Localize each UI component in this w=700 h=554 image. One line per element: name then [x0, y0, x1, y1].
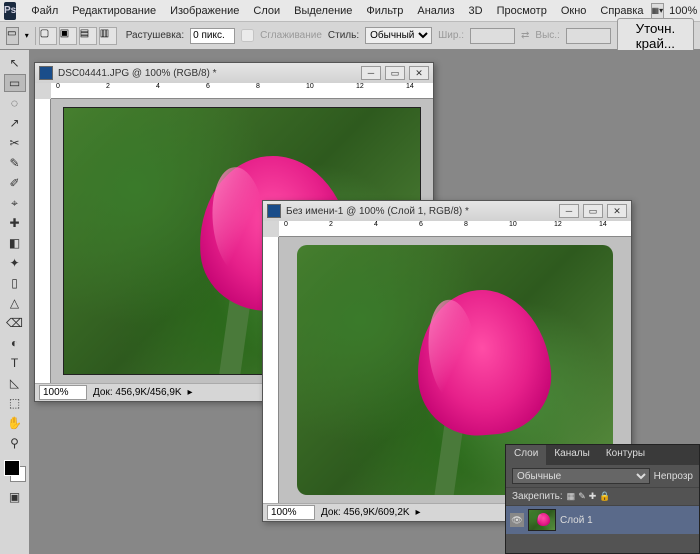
lock-position-icon[interactable]: ✚ [589, 491, 597, 502]
doc-size-info: Док: 456,9K/456,9K [93, 387, 182, 398]
style-label: Стиль: [328, 30, 359, 41]
height-label: Выс.: [535, 30, 559, 41]
menu-help[interactable]: Справка [593, 5, 650, 17]
eraser-tool-icon[interactable]: ✦ [4, 254, 26, 272]
brush-tool-icon[interactable]: ⌖ [4, 194, 26, 212]
document-icon [39, 66, 53, 80]
gradient-tool-icon[interactable]: ▯ [4, 274, 26, 292]
width-input [470, 28, 515, 44]
menu-select[interactable]: Выделение [287, 5, 359, 17]
foreground-color-swatch[interactable] [4, 460, 20, 476]
height-input [566, 28, 611, 44]
close-button[interactable]: ✕ [607, 204, 627, 218]
marquee-tool-preset-icon[interactable]: ▭ [6, 27, 19, 45]
visibility-toggle-icon[interactable]: 👁 [510, 513, 524, 527]
zoom-field[interactable]: 100% [267, 505, 315, 520]
type-tool-icon[interactable]: T [4, 354, 26, 372]
hand-tool-icon[interactable]: ✋ [4, 414, 26, 432]
marquee-tool-icon[interactable]: ▭ [4, 74, 26, 92]
opacity-label: Непрозр [654, 471, 693, 482]
blend-mode-select[interactable]: Обычные [512, 468, 650, 484]
healing-tool-icon[interactable]: ✐ [4, 174, 26, 192]
menu-file[interactable]: Файл [24, 5, 65, 17]
doc-size-info: Док: 456,9K/609,2K [321, 507, 410, 518]
tab-paths[interactable]: Контуры [598, 445, 653, 465]
quick-select-tool-icon[interactable]: ↗ [4, 114, 26, 132]
antialias-checkbox [241, 29, 254, 42]
workspace-switcher[interactable]: ▦▾ [651, 3, 665, 19]
move-tool-icon[interactable]: ↖ [4, 54, 26, 72]
lock-transparency-icon[interactable]: ▦ [567, 491, 576, 502]
close-button[interactable]: ✕ [409, 66, 429, 80]
lock-label: Закрепить: [512, 491, 563, 502]
titlebar[interactable]: DSC04441.JPG @ 100% (RGB/8) * ─ ▭ ✕ [35, 63, 433, 83]
feather-label: Растушевка: [126, 30, 184, 41]
stamp-tool-icon[interactable]: ✚ [4, 214, 26, 232]
selection-add-icon[interactable]: ▣ [59, 27, 77, 45]
work-area: ↖ ▭ ◌ ↗ ✂ ✎ ✐ ⌖ ✚ ◧ ✦ ▯ △ ⌫ ◐ T ◺ ⬚ ✋ ⚲ … [0, 50, 700, 554]
menu-analysis[interactable]: Анализ [410, 5, 461, 17]
menu-view[interactable]: Просмотр [490, 5, 554, 17]
color-swatches[interactable] [4, 460, 26, 482]
shape-tool-icon[interactable]: ⬚ [4, 394, 26, 412]
options-bar: ▭ ▾ ▢ ▣ ▤ ▥ Растушевка: Сглаживание Стил… [0, 22, 700, 50]
path-select-tool-icon[interactable]: ◺ [4, 374, 26, 392]
selection-intersect-icon[interactable]: ▥ [99, 27, 117, 45]
horizontal-ruler: 0 2 4 6 8 10 12 14 [279, 221, 631, 237]
zoom-value: 100% [669, 5, 697, 17]
zoom-control[interactable]: 100% ▾ [664, 4, 700, 17]
titlebar[interactable]: Без имени-1 @ 100% (Слой 1, RGB/8) * ─ ▭… [263, 201, 631, 221]
lock-pixels-icon[interactable]: ✎ [578, 491, 586, 502]
selection-mode-group: ▢ ▣ ▤ ▥ [35, 27, 120, 45]
app-logo: Ps [4, 2, 16, 20]
selection-subtract-icon[interactable]: ▤ [79, 27, 97, 45]
document-title: Без имени-1 @ 100% (Слой 1, RGB/8) * [286, 206, 469, 217]
dodge-tool-icon[interactable]: ⌫ [4, 314, 26, 332]
menu-filter[interactable]: Фильтр [359, 5, 410, 17]
menu-edit[interactable]: Редактирование [65, 5, 163, 17]
menu-3d[interactable]: 3D [462, 5, 490, 17]
lock-all-icon[interactable]: 🔒 [599, 491, 610, 502]
layer-name[interactable]: Слой 1 [560, 515, 593, 526]
tab-channels[interactable]: Каналы [546, 445, 598, 465]
pen-tool-icon[interactable]: ◐ [4, 334, 26, 352]
selection-new-icon[interactable]: ▢ [39, 27, 57, 45]
chevron-right-icon[interactable]: ▸ [416, 507, 421, 518]
history-brush-tool-icon[interactable]: ◧ [4, 234, 26, 252]
antialias-label: Сглаживание [260, 30, 322, 41]
document-icon [267, 204, 281, 218]
maximize-button[interactable]: ▭ [583, 204, 603, 218]
minimize-button[interactable]: ─ [559, 204, 579, 218]
swap-icon: ⇄ [521, 30, 529, 41]
style-select[interactable]: Обычный [365, 27, 432, 44]
vertical-ruler [263, 237, 279, 503]
refine-edge-button[interactable]: Уточн. край... [617, 18, 694, 54]
panel-tabs: Слои Каналы Контуры [506, 445, 699, 465]
blur-tool-icon[interactable]: △ [4, 294, 26, 312]
feather-input[interactable] [190, 28, 235, 44]
menu-image[interactable]: Изображение [163, 5, 246, 17]
zoom-tool-icon[interactable]: ⚲ [4, 434, 26, 452]
layers-panel[interactable]: Слои Каналы Контуры Обычные Непрозр Закр… [505, 444, 700, 554]
crop-tool-icon[interactable]: ✂ [4, 134, 26, 152]
menu-window[interactable]: Окно [554, 5, 594, 17]
menu-bar: Ps Файл Редактирование Изображение Слои … [0, 0, 700, 22]
chevron-down-icon[interactable]: ▾ [25, 31, 29, 40]
horizontal-ruler: 0 2 4 6 8 10 12 14 [51, 83, 433, 99]
minimize-button[interactable]: ─ [361, 66, 381, 80]
quickmask-icon[interactable]: ▣ [4, 488, 26, 506]
layer-thumbnail[interactable] [528, 509, 556, 531]
toolbox: ↖ ▭ ◌ ↗ ✂ ✎ ✐ ⌖ ✚ ◧ ✦ ▯ △ ⌫ ◐ T ◺ ⬚ ✋ ⚲ … [0, 50, 30, 554]
tab-layers[interactable]: Слои [506, 445, 546, 465]
zoom-field[interactable]: 100% [39, 385, 87, 400]
vertical-ruler [35, 99, 51, 383]
menu-layers[interactable]: Слои [246, 5, 287, 17]
chevron-right-icon[interactable]: ▸ [188, 387, 193, 398]
layer-row[interactable]: 👁 Слой 1 [506, 506, 699, 534]
eyedropper-tool-icon[interactable]: ✎ [4, 154, 26, 172]
lasso-tool-icon[interactable]: ◌ [4, 94, 26, 112]
maximize-button[interactable]: ▭ [385, 66, 405, 80]
width-label: Шир.: [438, 30, 464, 41]
document-title: DSC04441.JPG @ 100% (RGB/8) * [58, 68, 217, 79]
